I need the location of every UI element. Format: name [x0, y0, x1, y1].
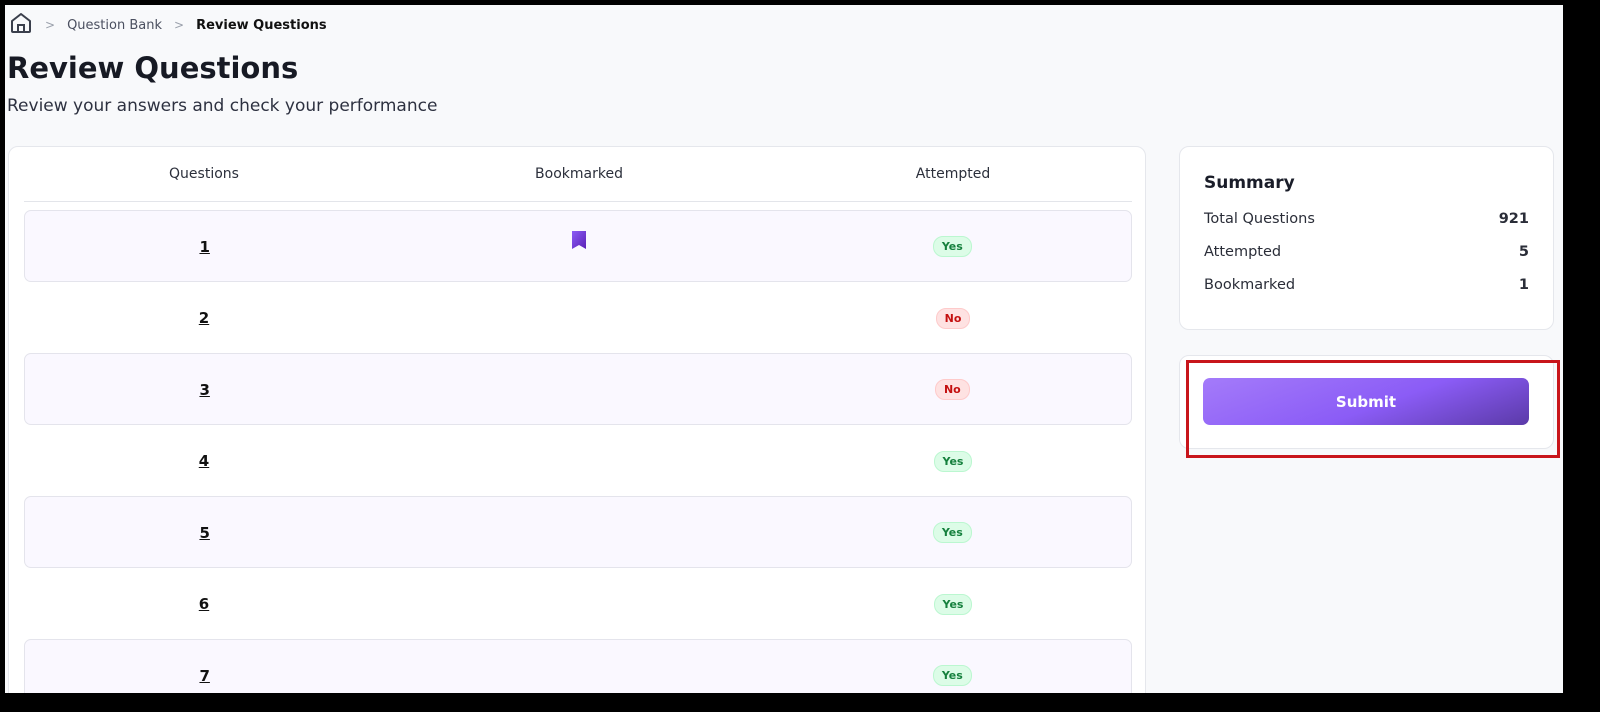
- table-row: 4 Yes: [24, 425, 1132, 497]
- question-link[interactable]: 2: [199, 309, 209, 327]
- attempted-badge: Yes: [933, 450, 973, 472]
- header-attempted: Attempted: [915, 166, 991, 182]
- bookmark-icon[interactable]: [571, 231, 586, 253]
- attempted-badge: Yes: [932, 665, 972, 686]
- attempted-badge: Yes: [932, 236, 972, 257]
- table-row: 6 Yes: [24, 568, 1132, 640]
- summary-value: 1: [1518, 277, 1529, 293]
- page-title: Review Questions: [7, 51, 299, 85]
- table-row: 5 Yes: [24, 496, 1132, 568]
- summary-label: Total Questions: [1204, 211, 1315, 227]
- submit-button[interactable]: Submit: [1203, 378, 1529, 425]
- summary-bookmarked: Bookmarked 1: [1204, 277, 1529, 293]
- question-link[interactable]: 6: [199, 595, 209, 613]
- question-link[interactable]: 4: [199, 452, 209, 470]
- questions-table: Questions Bookmarked Attempted 1 Yes 2 No…: [8, 146, 1146, 693]
- table-row: 3 No: [24, 353, 1132, 425]
- page-subtitle: Review your answers and check your perfo…: [7, 96, 438, 116]
- summary-value: 921: [1498, 211, 1529, 227]
- home-icon[interactable]: [9, 11, 33, 39]
- attempted-badge: Yes: [932, 522, 972, 543]
- summary-label: Attempted: [1204, 244, 1282, 260]
- summary-attempted: Attempted 5: [1204, 244, 1529, 260]
- table-row: 7 Yes: [24, 639, 1132, 693]
- breadcrumb-question-bank[interactable]: Question Bank: [67, 18, 162, 33]
- breadcrumb-current: Review Questions: [196, 17, 327, 33]
- summary-value: 5: [1518, 244, 1529, 260]
- attempted-badge: No: [934, 379, 970, 400]
- table-header: Questions Bookmarked Attempted: [24, 147, 1132, 202]
- question-link[interactable]: 1: [199, 238, 209, 256]
- chevron-right-icon: >: [45, 18, 56, 32]
- page: > Question Bank > Review Questions Revie…: [5, 5, 1563, 693]
- summary-title: Summary: [1204, 173, 1295, 193]
- table-row: 1 Yes: [24, 210, 1132, 282]
- summary-card: Summary Total Questions 921 Attempted 5 Bo…: [1179, 146, 1554, 330]
- header-questions: Questions: [169, 166, 239, 182]
- table-row: 2 No: [24, 282, 1132, 354]
- breadcrumb: > Question Bank > Review Questions: [9, 11, 327, 39]
- attempted-badge: Yes: [933, 593, 973, 615]
- question-link[interactable]: 7: [199, 667, 209, 685]
- question-link[interactable]: 5: [199, 524, 209, 542]
- summary-total: Total Questions 921: [1204, 211, 1529, 227]
- chevron-right-icon: >: [174, 18, 185, 32]
- summary-label: Bookmarked: [1204, 277, 1296, 293]
- attempted-badge: No: [935, 307, 971, 329]
- question-link[interactable]: 3: [199, 381, 209, 399]
- header-bookmarked: Bookmarked: [535, 166, 623, 182]
